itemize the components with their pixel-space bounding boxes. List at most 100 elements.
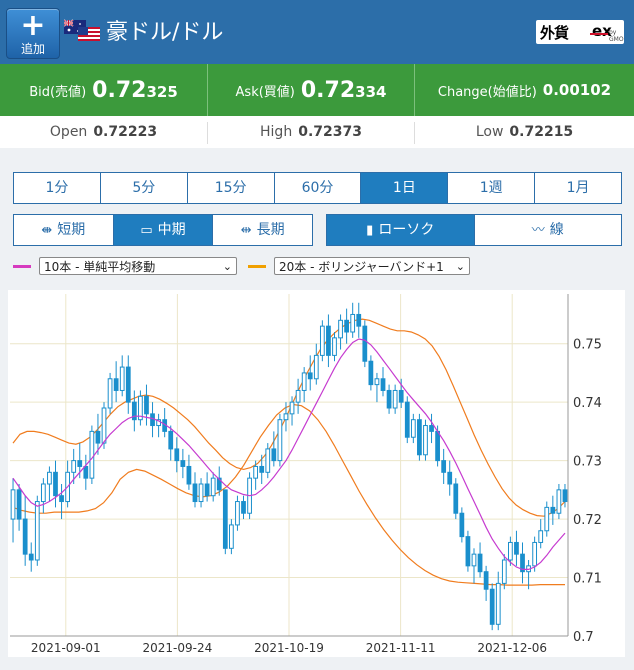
candle-body xyxy=(307,372,313,380)
candle-body xyxy=(295,389,301,403)
window-icon: ▭ xyxy=(140,223,153,238)
currency-pair-title: 豪ドル/ドル xyxy=(106,20,224,45)
high-value: 0.72373 xyxy=(298,124,362,140)
candle-body xyxy=(283,413,289,421)
chevron-down-icon: ⌄ xyxy=(455,260,465,273)
candle-body xyxy=(550,506,556,514)
candle-body xyxy=(441,460,447,473)
candle-body xyxy=(508,541,513,561)
candle-body xyxy=(332,337,337,356)
candle-body xyxy=(483,571,489,590)
chart-type-line[interactable]: 〰線 xyxy=(475,215,622,245)
candle-body xyxy=(362,325,368,362)
change-value: 0.00102 xyxy=(542,81,612,99)
period-tabs: ⇼ 短期 ▭ 中期 ⇹ 長期 xyxy=(13,214,313,246)
period-medium[interactable]: ▭ 中期 xyxy=(113,215,214,245)
period-long-label: 長期 xyxy=(256,222,285,238)
candle-body xyxy=(350,313,356,333)
chart-type-candle[interactable]: ▮ ローソク xyxy=(327,215,475,245)
timeframe-5min[interactable]: 5分 xyxy=(101,173,188,203)
candle-body xyxy=(471,553,477,567)
timeframe-1week[interactable]: 1週 xyxy=(448,173,536,203)
candle-body xyxy=(229,524,234,549)
chart-type-candle-label: ローソク xyxy=(378,222,435,238)
candle-body xyxy=(338,319,343,339)
candle-body xyxy=(344,319,349,333)
candle-body xyxy=(435,430,440,462)
candle-body xyxy=(180,460,186,467)
candle-body xyxy=(538,530,544,543)
timeframe-1day[interactable]: 1日 xyxy=(361,173,449,203)
high-label: High xyxy=(260,124,293,140)
period-short[interactable]: ⇼ 短期 xyxy=(14,215,114,245)
candle-body xyxy=(459,512,465,538)
x-tick-label: 2021-09-24 xyxy=(143,641,213,655)
candle-body xyxy=(313,354,319,380)
timeframe-60min[interactable]: 60分 xyxy=(275,173,362,203)
low-label: Low xyxy=(475,124,504,140)
chart-type-line-label: 線 xyxy=(549,222,564,238)
candle-body xyxy=(477,553,483,573)
candle-body xyxy=(222,489,228,549)
ask-value: 0.72334 xyxy=(300,77,387,103)
period-medium-label: 中期 xyxy=(157,222,186,238)
candle-body xyxy=(83,465,89,479)
candle-body xyxy=(107,378,113,409)
chevron-down-icon: ⌄ xyxy=(222,260,232,273)
candle-body xyxy=(174,448,180,462)
brand-logo-underline xyxy=(590,33,608,35)
candle-body xyxy=(423,425,428,456)
change-label: Change(始値比) xyxy=(437,84,537,100)
timeframe-1min[interactable]: 1分 xyxy=(14,173,101,203)
price-chart: 0.75 0.74 0.73 0.72 0.71 0.7 2021-09-01 2021-0… xyxy=(8,290,625,657)
open-quote: Open 0.72223 xyxy=(0,116,207,148)
bollinger-indicator-value: 20本 - ボリンジャーバンド+1 xyxy=(279,260,444,274)
bid-quote: Bid(売値) 0.72325 xyxy=(0,64,207,116)
candle-body xyxy=(113,378,119,391)
quote-row: Bid(売値) 0.72325 Ask(買値) 0.72334 Change(始… xyxy=(0,64,634,116)
add-button-label: 追加 xyxy=(20,42,45,56)
candle-body xyxy=(77,460,83,467)
y-tick-label: 0.71 xyxy=(573,572,602,587)
timeframe-1month[interactable]: 1月 xyxy=(535,173,621,203)
add-button[interactable]: + 追加 xyxy=(6,8,60,59)
candle-body xyxy=(447,471,453,485)
y-tick-label: 0.72 xyxy=(573,513,602,528)
candle-body xyxy=(119,366,125,391)
candle-body xyxy=(404,401,410,438)
chart-type-tabs: ▮ ローソク 〰線 xyxy=(326,214,622,246)
candle-body xyxy=(392,389,398,409)
candle-body xyxy=(356,313,362,327)
timeframe-tabs: 1分 5分 15分 60分 1日 1週 1月 xyxy=(13,172,622,204)
candle-body xyxy=(47,471,52,485)
brand-logo-sub: by GMO xyxy=(609,29,624,43)
ask-label: Ask(買値) xyxy=(235,84,295,100)
candle-body xyxy=(326,325,331,356)
ma-indicator-select[interactable]: 10本 - 単純平均移動 ⌄ xyxy=(39,257,237,275)
y-tick-label: 0.75 xyxy=(573,338,602,353)
y-tick-label: 0.74 xyxy=(573,396,602,411)
brand-logo-text: 外貨 xyxy=(540,24,569,42)
candle-body xyxy=(465,536,471,567)
candle-body xyxy=(495,582,501,625)
candle-body xyxy=(89,430,95,479)
high-quote: High 0.72373 xyxy=(208,116,414,148)
low-value: 0.72215 xyxy=(509,124,574,140)
bollinger-swatch xyxy=(248,264,266,268)
ohl-row: Open 0.72223 High 0.72373 Low 0.72215 xyxy=(0,116,634,148)
candle-body xyxy=(410,419,416,438)
candle-body xyxy=(53,471,58,497)
compress-arrows-icon: ⇹ xyxy=(240,223,252,238)
candle-body xyxy=(71,460,77,473)
open-label: Open xyxy=(49,124,88,140)
bollinger-indicator: 20本 - ボリンジャーバンド+1 ⌄ xyxy=(248,256,470,276)
bollinger-indicator-select[interactable]: 20本 - ボリンジャーバンド+1 ⌄ xyxy=(274,257,470,275)
period-long[interactable]: ⇹ 長期 xyxy=(213,215,312,245)
candle-body xyxy=(198,483,204,503)
brand-logo: 外貨 ex by GMO xyxy=(536,20,624,44)
timeframe-15min[interactable]: 15分 xyxy=(188,173,275,203)
candle-body xyxy=(265,448,271,473)
change-quote: Change(始値比) 0.00102 xyxy=(415,64,634,116)
candle-body xyxy=(417,419,422,456)
line-chart-icon: 〰 xyxy=(531,223,545,238)
